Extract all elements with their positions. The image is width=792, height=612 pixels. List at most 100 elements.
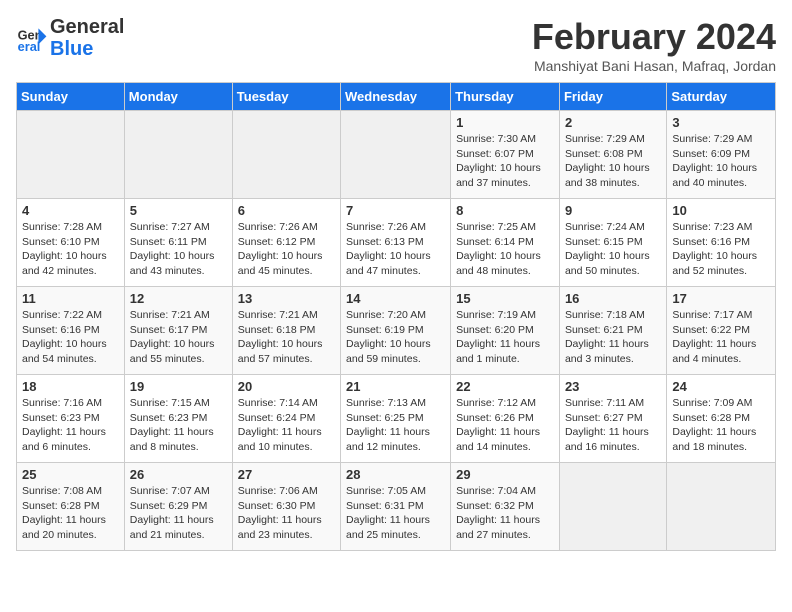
calendar-cell: 21 Sunrise: 7:13 AM Sunset: 6:25 PM Dayli… xyxy=(341,375,451,463)
day-number: 7 xyxy=(346,203,445,218)
day-content: Sunrise: 7:21 AM Sunset: 6:18 PM Dayligh… xyxy=(238,308,335,367)
day-content: Sunrise: 7:29 AM Sunset: 6:09 PM Dayligh… xyxy=(672,132,770,191)
calendar-cell xyxy=(124,111,232,199)
calendar-table: SundayMondayTuesdayWednesdayThursdayFrid… xyxy=(16,82,776,551)
day-number: 2 xyxy=(565,115,661,130)
calendar-week-row: 1 Sunrise: 7:30 AM Sunset: 6:07 PM Daylig… xyxy=(17,111,776,199)
calendar-week-row: 11Sunrise: 7:22 AM Sunset: 6:16 PM Dayli… xyxy=(17,287,776,375)
day-number: 21 xyxy=(346,379,445,394)
day-number: 24 xyxy=(672,379,770,394)
calendar-week-row: 4 Sunrise: 7:28 AM Sunset: 6:10 PM Daylig… xyxy=(17,199,776,287)
day-content: Sunrise: 7:30 AM Sunset: 6:07 PM Dayligh… xyxy=(456,132,554,191)
day-content: Sunrise: 7:27 AM Sunset: 6:11 PM Dayligh… xyxy=(130,220,227,279)
day-number: 18 xyxy=(22,379,119,394)
calendar-cell: 27 Sunrise: 7:06 AM Sunset: 6:30 PM Dayli… xyxy=(232,463,340,551)
day-number: 29 xyxy=(456,467,554,482)
calendar-cell xyxy=(17,111,125,199)
svg-text:eral: eral xyxy=(18,39,41,54)
calendar-cell xyxy=(232,111,340,199)
header-day: Wednesday xyxy=(341,83,451,111)
day-number: 11 xyxy=(22,291,119,306)
day-number: 13 xyxy=(238,291,335,306)
day-number: 19 xyxy=(130,379,227,394)
calendar-cell: 22 Sunrise: 7:12 AM Sunset: 6:26 PM Dayli… xyxy=(451,375,560,463)
day-number: 9 xyxy=(565,203,661,218)
header-day: Monday xyxy=(124,83,232,111)
day-content: Sunrise: 7:17 AM Sunset: 6:22 PM Dayligh… xyxy=(672,308,770,367)
day-number: 6 xyxy=(238,203,335,218)
day-number: 4 xyxy=(22,203,119,218)
calendar-cell: 15 Sunrise: 7:19 AM Sunset: 6:20 PM Dayli… xyxy=(451,287,560,375)
calendar-cell: 4 Sunrise: 7:28 AM Sunset: 6:10 PM Daylig… xyxy=(17,199,125,287)
day-content: Sunrise: 7:21 AM Sunset: 6:17 PM Dayligh… xyxy=(130,308,227,367)
header-day: Thursday xyxy=(451,83,560,111)
calendar-cell: 18 Sunrise: 7:16 AM Sunset: 6:23 PM Dayli… xyxy=(17,375,125,463)
day-content: Sunrise: 7:12 AM Sunset: 6:26 PM Dayligh… xyxy=(456,396,554,455)
header-day: Tuesday xyxy=(232,83,340,111)
day-number: 14 xyxy=(346,291,445,306)
day-number: 22 xyxy=(456,379,554,394)
day-content: Sunrise: 7:07 AM Sunset: 6:29 PM Dayligh… xyxy=(130,484,227,543)
calendar-cell xyxy=(559,463,666,551)
day-number: 16 xyxy=(565,291,661,306)
calendar-cell: 28Sunrise: 7:05 AM Sunset: 6:31 PM Dayli… xyxy=(341,463,451,551)
calendar-cell: 13 Sunrise: 7:21 AM Sunset: 6:18 PM Dayli… xyxy=(232,287,340,375)
month-title: February 2024 xyxy=(532,16,776,58)
day-number: 10 xyxy=(672,203,770,218)
header-day: Saturday xyxy=(667,83,776,111)
day-content: Sunrise: 7:16 AM Sunset: 6:23 PM Dayligh… xyxy=(22,396,119,455)
calendar-cell: 8 Sunrise: 7:25 AM Sunset: 6:14 PM Daylig… xyxy=(451,199,560,287)
calendar-cell: 2 Sunrise: 7:29 AM Sunset: 6:08 PM Daylig… xyxy=(559,111,666,199)
day-content: Sunrise: 7:19 AM Sunset: 6:20 PM Dayligh… xyxy=(456,308,554,367)
calendar-cell: 12 Sunrise: 7:21 AM Sunset: 6:17 PM Dayli… xyxy=(124,287,232,375)
day-number: 12 xyxy=(130,291,227,306)
calendar-cell: 19 Sunrise: 7:15 AM Sunset: 6:23 PM Dayli… xyxy=(124,375,232,463)
calendar-cell: 14Sunrise: 7:20 AM Sunset: 6:19 PM Dayli… xyxy=(341,287,451,375)
day-content: Sunrise: 7:09 AM Sunset: 6:28 PM Dayligh… xyxy=(672,396,770,455)
location: Manshiyat Bani Hasan, Mafraq, Jordan xyxy=(532,58,776,74)
day-number: 3 xyxy=(672,115,770,130)
day-content: Sunrise: 7:26 AM Sunset: 6:13 PM Dayligh… xyxy=(346,220,445,279)
calendar-cell: 29Sunrise: 7:04 AM Sunset: 6:32 PM Dayli… xyxy=(451,463,560,551)
day-content: Sunrise: 7:13 AM Sunset: 6:25 PM Dayligh… xyxy=(346,396,445,455)
logo: Gen eral General Blue xyxy=(16,16,124,60)
day-content: Sunrise: 7:11 AM Sunset: 6:27 PM Dayligh… xyxy=(565,396,661,455)
calendar-week-row: 25 Sunrise: 7:08 AM Sunset: 6:28 PM Dayli… xyxy=(17,463,776,551)
day-number: 17 xyxy=(672,291,770,306)
day-number: 27 xyxy=(238,467,335,482)
calendar-cell: 6 Sunrise: 7:26 AM Sunset: 6:12 PM Daylig… xyxy=(232,199,340,287)
calendar-cell: 16 Sunrise: 7:18 AM Sunset: 6:21 PM Dayli… xyxy=(559,287,666,375)
calendar-cell: 25 Sunrise: 7:08 AM Sunset: 6:28 PM Dayli… xyxy=(17,463,125,551)
header-day: Sunday xyxy=(17,83,125,111)
calendar-cell: 3 Sunrise: 7:29 AM Sunset: 6:09 PM Daylig… xyxy=(667,111,776,199)
header-day: Friday xyxy=(559,83,666,111)
day-content: Sunrise: 7:28 AM Sunset: 6:10 PM Dayligh… xyxy=(22,220,119,279)
day-content: Sunrise: 7:25 AM Sunset: 6:14 PM Dayligh… xyxy=(456,220,554,279)
day-number: 1 xyxy=(456,115,554,130)
calendar-cell: 26 Sunrise: 7:07 AM Sunset: 6:29 PM Dayli… xyxy=(124,463,232,551)
calendar-cell: 10Sunrise: 7:23 AM Sunset: 6:16 PM Dayli… xyxy=(667,199,776,287)
day-number: 5 xyxy=(130,203,227,218)
day-content: Sunrise: 7:15 AM Sunset: 6:23 PM Dayligh… xyxy=(130,396,227,455)
calendar-cell: 17 Sunrise: 7:17 AM Sunset: 6:22 PM Dayli… xyxy=(667,287,776,375)
calendar-cell: 9 Sunrise: 7:24 AM Sunset: 6:15 PM Daylig… xyxy=(559,199,666,287)
day-number: 15 xyxy=(456,291,554,306)
calendar-cell: 1 Sunrise: 7:30 AM Sunset: 6:07 PM Daylig… xyxy=(451,111,560,199)
day-number: 25 xyxy=(22,467,119,482)
header-row: SundayMondayTuesdayWednesdayThursdayFrid… xyxy=(17,83,776,111)
day-content: Sunrise: 7:05 AM Sunset: 6:31 PM Dayligh… xyxy=(346,484,445,543)
day-content: Sunrise: 7:06 AM Sunset: 6:30 PM Dayligh… xyxy=(238,484,335,543)
day-number: 23 xyxy=(565,379,661,394)
calendar-cell: 24 Sunrise: 7:09 AM Sunset: 6:28 PM Dayli… xyxy=(667,375,776,463)
title-block: February 2024 Manshiyat Bani Hasan, Mafr… xyxy=(532,16,776,74)
day-content: Sunrise: 7:18 AM Sunset: 6:21 PM Dayligh… xyxy=(565,308,661,367)
day-number: 26 xyxy=(130,467,227,482)
calendar-cell xyxy=(341,111,451,199)
day-content: Sunrise: 7:29 AM Sunset: 6:08 PM Dayligh… xyxy=(565,132,661,191)
day-content: Sunrise: 7:24 AM Sunset: 6:15 PM Dayligh… xyxy=(565,220,661,279)
calendar-cell: 23 Sunrise: 7:11 AM Sunset: 6:27 PM Dayli… xyxy=(559,375,666,463)
day-number: 8 xyxy=(456,203,554,218)
day-content: Sunrise: 7:26 AM Sunset: 6:12 PM Dayligh… xyxy=(238,220,335,279)
day-content: Sunrise: 7:08 AM Sunset: 6:28 PM Dayligh… xyxy=(22,484,119,543)
calendar-cell: 20Sunrise: 7:14 AM Sunset: 6:24 PM Dayli… xyxy=(232,375,340,463)
